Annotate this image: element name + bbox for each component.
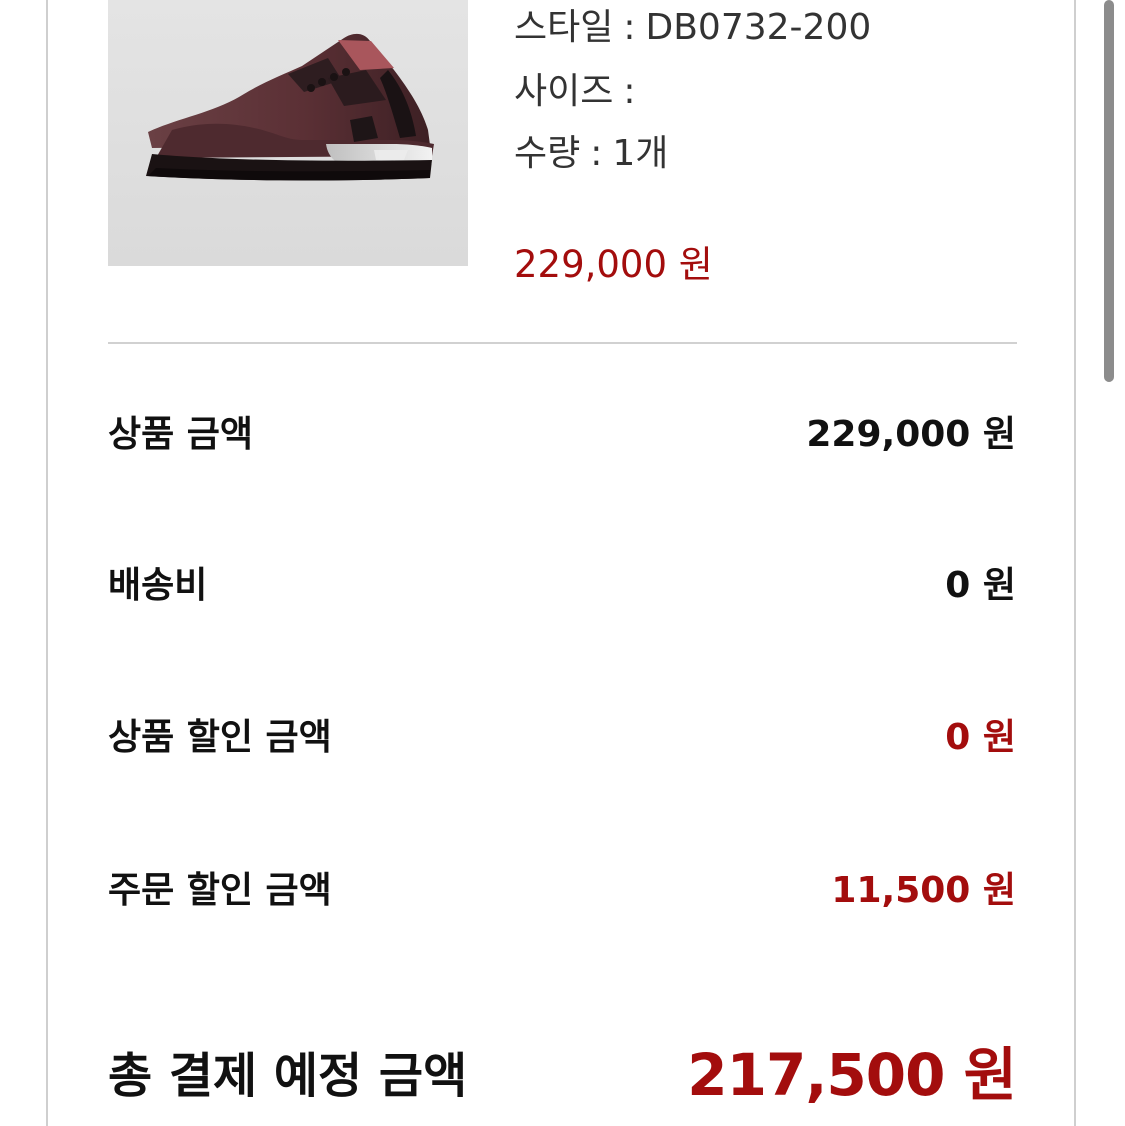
size-separator: : (623, 71, 636, 112)
sneaker-image (146, 33, 434, 181)
summary-row-shipping-fee: 배송비 0 원 (108, 556, 1016, 606)
style-separator: : (623, 7, 636, 48)
product-quantity-line: 수량:1개 (514, 136, 668, 172)
summary-total: 총 결제 예정 금액 217,500 원 (108, 1028, 1017, 1109)
product-amount-value: 229,000 원 (806, 414, 1016, 455)
summary-row-product-discount: 상품 할인 금액 0 원 (108, 708, 1016, 758)
quantity-separator: : (590, 133, 603, 174)
quantity-value: 1개 (612, 133, 669, 174)
style-value: DB0732-200 (645, 7, 872, 48)
shipping-fee-value: 0 원 (945, 565, 1016, 606)
product-discount-value: 0 원 (945, 717, 1016, 758)
shipping-fee-label: 배송비 (108, 565, 208, 606)
product-price: 229,000 원 (514, 243, 713, 286)
total-label: 총 결제 예정 금액 (108, 1048, 468, 1104)
total-value: 217,500 원 (687, 1041, 1017, 1109)
product-amount-label: 상품 금액 (108, 414, 254, 455)
size-label: 사이즈 (514, 71, 614, 112)
summary-row-product-amount: 상품 금액 229,000 원 (108, 405, 1016, 455)
order-discount-value: 11,500 원 (831, 870, 1016, 911)
product-style-line: 스타일: DB0732-200 (514, 10, 871, 46)
scrollbar[interactable] (1104, 0, 1114, 382)
style-label: 스타일 (514, 7, 614, 48)
product-size-line: 사이즈: (514, 74, 646, 110)
summary-row-order-discount: 주문 할인 금액 11,500 원 (108, 861, 1016, 911)
order-discount-label: 주문 할인 금액 (108, 870, 332, 911)
product-discount-label: 상품 할인 금액 (108, 717, 332, 758)
product-thumbnail[interactable] (108, 0, 468, 266)
section-divider (108, 342, 1017, 344)
quantity-label: 수량 (514, 133, 581, 174)
